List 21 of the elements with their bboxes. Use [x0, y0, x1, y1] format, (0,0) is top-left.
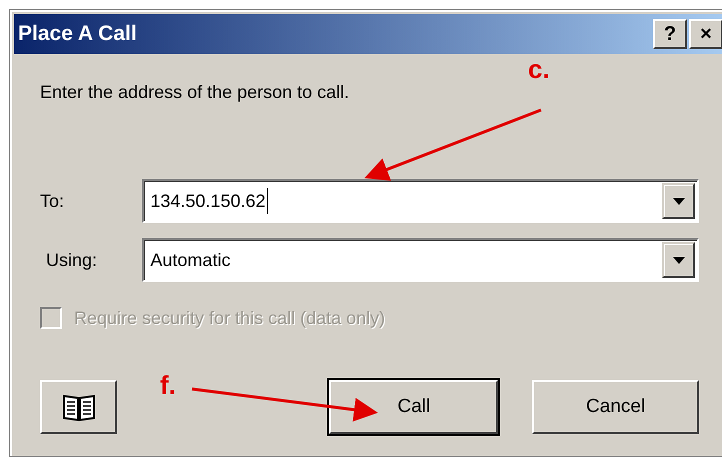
dropdown-button[interactable]: [662, 183, 695, 219]
checkbox-label: Require security for this call (data only): [74, 308, 386, 328]
address-book-button[interactable]: [40, 380, 118, 434]
caret-icon: [672, 256, 684, 264]
combo-box[interactable]: Automatic: [142, 238, 699, 282]
caret-icon: [672, 198, 684, 204]
annotation-label: f.: [160, 370, 176, 401]
instruction-text: Enter the address of the person to call.: [40, 82, 350, 103]
combo-box[interactable]: 134.50.150.62: [142, 179, 699, 223]
field-label: Using:: [45, 250, 98, 270]
field-value: 134.50.150.62: [149, 190, 266, 212]
window-title: Place A Call: [18, 22, 138, 46]
field-label: To:: [40, 190, 66, 212]
dialog-button[interactable]: Call: [329, 380, 498, 434]
dialog-button[interactable]: Cancel: [532, 380, 699, 434]
close-button[interactable]: ×: [689, 19, 722, 49]
help-button[interactable]: ?: [653, 19, 687, 49]
book-icon: [62, 392, 96, 422]
dropdown-button[interactable]: [662, 242, 695, 278]
annotation-label: c.: [528, 54, 550, 85]
field-value: Automatic: [149, 250, 230, 270]
